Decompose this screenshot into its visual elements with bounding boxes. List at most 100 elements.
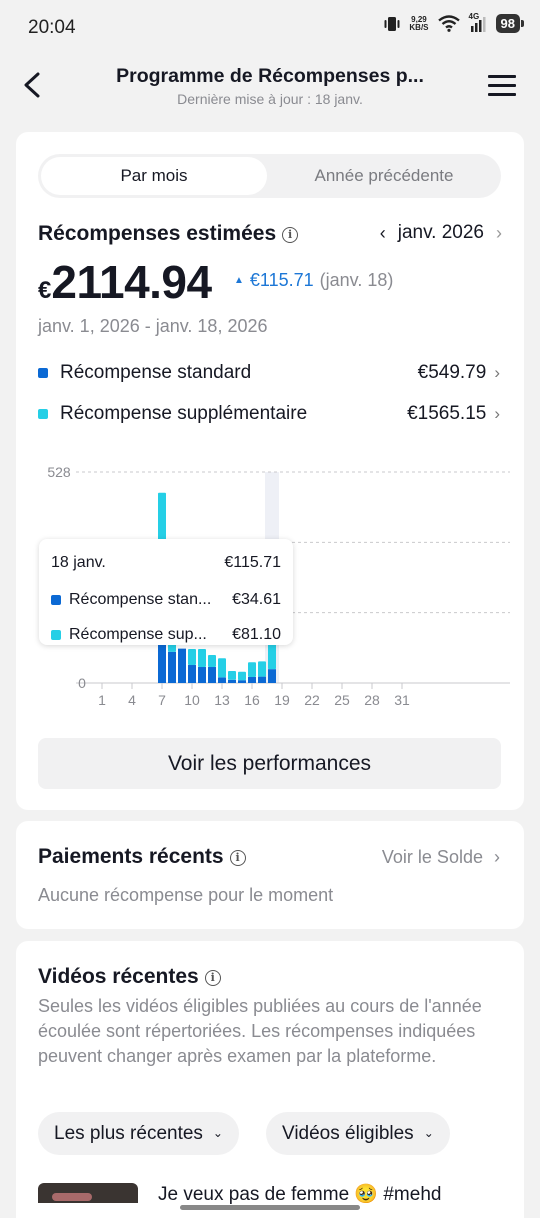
recent-payments-card: Paiements récents i Voir le Solde › Aucun…: [16, 821, 524, 929]
hamburger-icon-line: [488, 93, 516, 96]
bar-standard: [268, 669, 276, 683]
standard-swatch: [51, 595, 61, 605]
bar-standard: [168, 651, 176, 683]
daily-delta: ▲ €115.71 (janv. 18): [234, 270, 393, 291]
standard-swatch: [38, 368, 48, 378]
tooltip-extra-value: €81.10: [232, 626, 281, 643]
standard-label: Récompense standard: [60, 362, 252, 383]
bar-extra: [218, 658, 226, 678]
current-month: janv. 2026: [397, 222, 484, 243]
chart-tooltip: 18 janv. €115.71 Récompense stan... €34.…: [39, 539, 293, 645]
no-payments-text: Aucune récompense pour le moment: [38, 885, 334, 905]
info-icon[interactable]: i: [282, 227, 299, 243]
chevron-down-icon: ⌄: [212, 1126, 223, 1140]
extra-swatch: [51, 630, 61, 640]
period-toggle: Par mois Année précédente: [38, 154, 501, 198]
tooltip-total: €115.71: [224, 554, 281, 571]
videos-description: Seules les vidéos éligibles publiées au …: [38, 996, 482, 1066]
bar-extra: [258, 661, 266, 677]
legend-extra-row[interactable]: Récompense supplémentaire €1565.15 ›: [38, 401, 500, 427]
standard-value: €549.79: [417, 362, 487, 383]
bar-standard: [238, 680, 246, 683]
chevron-down-icon: ⌄: [423, 1126, 434, 1140]
status-icons: 9,29 KB/S 4G 98: [384, 12, 525, 33]
sort-dropdown[interactable]: Les plus récentes ⌄: [38, 1112, 239, 1155]
wifi-icon: [437, 15, 460, 32]
total-amount: € 2114.94: [38, 255, 212, 309]
menu-button[interactable]: [488, 75, 516, 97]
delta-value: €115.71: [249, 270, 314, 290]
info-icon[interactable]: i: [204, 970, 221, 986]
hamburger-icon-line: [488, 84, 516, 87]
tooltip-extra-row: Récompense sup... €81.10: [51, 626, 281, 644]
next-month-chevron-icon[interactable]: ›: [496, 223, 502, 244]
date-range: janv. 1, 2026 - janv. 18, 2026: [38, 316, 268, 336]
status-time: 20:04: [28, 17, 76, 38]
recent-videos-heading: Vidéos récentes i: [38, 965, 221, 989]
y-tick-label: 528: [47, 464, 71, 480]
hamburger-icon-line: [488, 75, 516, 78]
page-title: Programme de Récompenses p...: [116, 65, 424, 87]
bar-standard: [228, 679, 236, 683]
x-tick-label: 16: [244, 692, 260, 708]
battery-indicator: 98: [495, 14, 525, 33]
extra-value: €1565.15: [407, 403, 487, 424]
tab-previous-year[interactable]: Année précédente: [270, 157, 498, 195]
month-selector: ‹ janv. 2026 ›: [380, 222, 502, 244]
signal-bars-icon: [470, 17, 486, 32]
eligibility-dropdown-label: Vidéos éligibles: [282, 1123, 414, 1144]
currency-symbol: €: [38, 277, 52, 304]
recent-videos-card: Vidéos récentes i Seules les vidéos éligi…: [16, 941, 524, 1218]
x-tick-label: 13: [214, 692, 230, 708]
vibrate-icon: [384, 16, 400, 31]
x-tick-label: 31: [394, 692, 410, 708]
bar-extra: [208, 655, 216, 668]
cellular-signal: 4G: [469, 12, 487, 33]
prev-month-chevron-icon[interactable]: ‹: [380, 223, 386, 244]
x-tick-label: 1: [98, 692, 106, 708]
bar-standard: [198, 667, 206, 683]
view-performance-button[interactable]: Voir les performances: [38, 738, 501, 789]
recent-payments-heading: Paiements récents i: [38, 845, 246, 869]
recent-payments-title: Paiements récents: [38, 845, 224, 868]
network-speed-unit: KB/S: [409, 22, 429, 32]
bar-standard: [218, 677, 226, 683]
triangle-up-icon: ▲: [234, 275, 244, 286]
bar-standard: [188, 665, 196, 683]
chevron-right-icon: ›: [494, 363, 500, 382]
view-balance-link[interactable]: Voir le Solde ›: [382, 847, 500, 868]
legend-standard-row[interactable]: Récompense standard €549.79 ›: [38, 360, 500, 386]
tooltip-extra-label: Récompense sup...: [69, 626, 207, 643]
eligibility-dropdown[interactable]: Vidéos éligibles ⌄: [266, 1112, 450, 1155]
tooltip-standard-row: Récompense stan... €34.61: [51, 591, 281, 609]
bar-extra: [228, 671, 236, 680]
delta-date: (janv. 18): [319, 270, 394, 290]
tooltip-standard-label: Récompense stan...: [69, 591, 212, 608]
home-indicator[interactable]: [180, 1205, 360, 1210]
view-balance-label: Voir le Solde: [381, 847, 483, 867]
x-tick-label: 10: [184, 692, 200, 708]
bar-standard: [178, 648, 186, 683]
bar-standard: [208, 667, 216, 683]
rewards-card: Par mois Année précédente Récompenses es…: [16, 132, 524, 810]
extra-label: Récompense supplémentaire: [60, 403, 308, 424]
bar-extra: [198, 649, 206, 668]
network-speed: 9,29 KB/S: [409, 15, 429, 32]
bar-extra: [238, 671, 246, 681]
tab-monthly[interactable]: Par mois: [41, 157, 267, 195]
x-tick-label: 19: [274, 692, 290, 708]
chevron-right-icon: ›: [494, 404, 500, 423]
back-button[interactable]: [18, 68, 48, 102]
back-arrow-icon: [24, 72, 40, 98]
top-nav: Programme de Récompenses p... Dernière m…: [0, 56, 540, 120]
info-icon[interactable]: i: [229, 850, 246, 866]
tooltip-header: 18 janv. €115.71: [51, 554, 281, 572]
tooltip-standard-value: €34.61: [232, 591, 281, 608]
video-thumbnail[interactable]: [38, 1183, 138, 1203]
y-tick-label: 0: [78, 675, 86, 691]
video-title[interactable]: Je veux pas de femme 🥹 #mehd: [158, 1182, 441, 1206]
last-updated: Dernière mise à jour : 18 janv.: [177, 91, 363, 107]
tooltip-date: 18 janv.: [51, 554, 106, 571]
x-tick-label: 28: [364, 692, 380, 708]
estimated-rewards-title: Récompenses estimées: [38, 222, 277, 245]
